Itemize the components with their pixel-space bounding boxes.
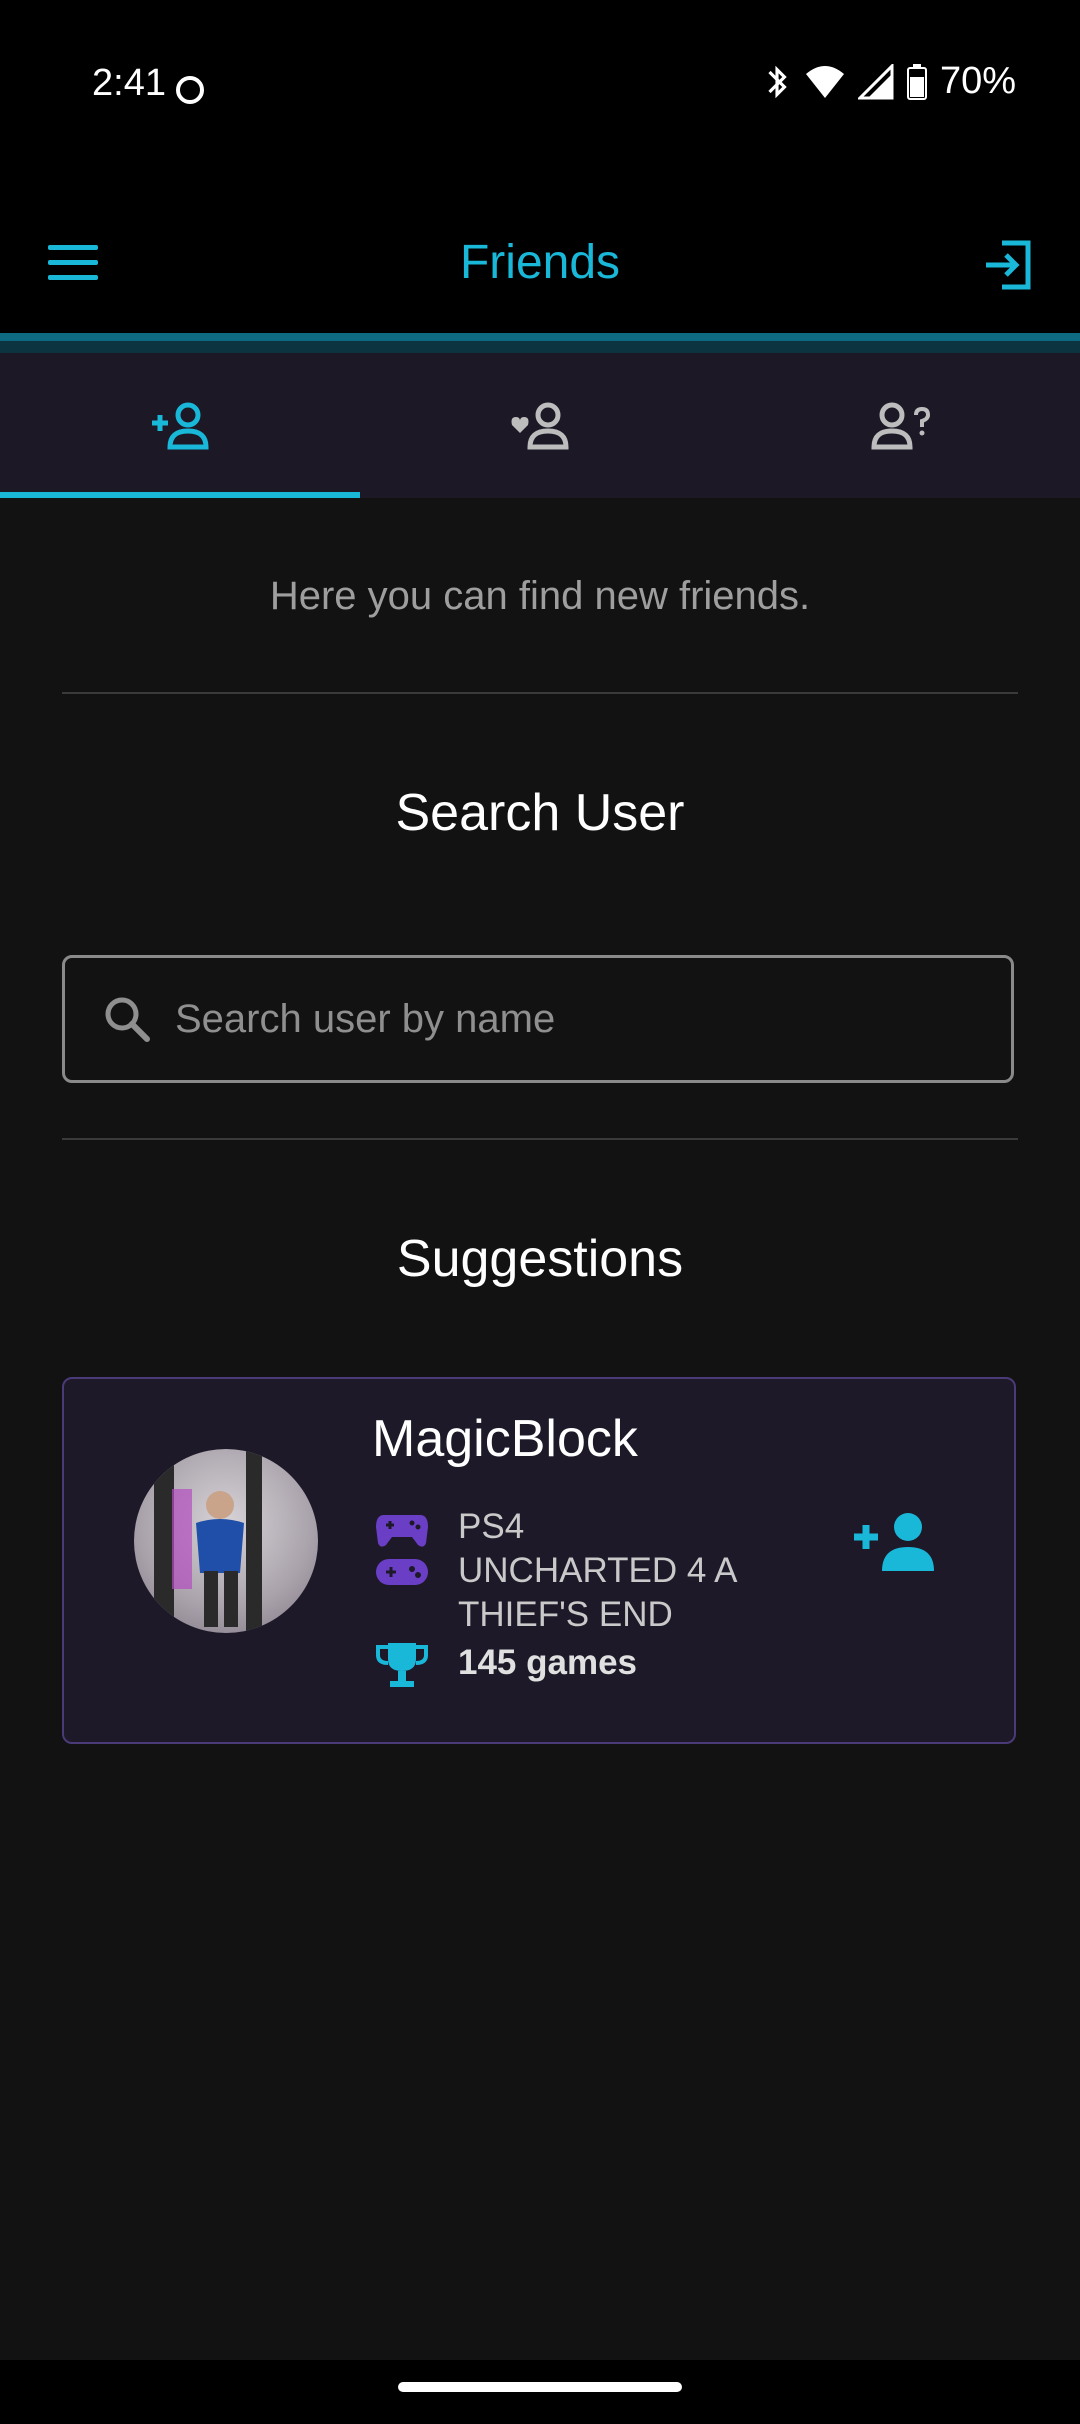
games-count-row: 145 games [374, 1641, 758, 1689]
tab-requests[interactable] [720, 353, 1080, 498]
platform-text: PS4 [458, 1507, 525, 1546]
person-heart-icon [511, 402, 569, 449]
platform-row: PS4 [374, 1505, 758, 1553]
suggestions-title: Suggestions [396, 1230, 684, 1288]
home-handle[interactable] [398, 2382, 682, 2392]
game-title-text: UNCHARTED 4 A THIEF'S END [458, 1551, 736, 1634]
trophy-icon [376, 1643, 428, 1687]
wifi-icon [805, 65, 844, 98]
app-bar-shadow-line [0, 341, 1080, 353]
bluetooth-icon [768, 65, 787, 98]
status-icons: 70% [762, 60, 1016, 103]
battery-percent: 70% [939, 60, 1016, 102]
signal-icon [857, 63, 894, 99]
avatar-photo [154, 1449, 262, 1633]
status-bar: 2:41 70% [0, 0, 1080, 175]
app-bar: Friends [0, 175, 1080, 335]
status-time: 2:41 [92, 62, 166, 104]
controller-icon [376, 1559, 428, 1585]
suggestion-card[interactable]: MagicBlock PS4 UNCHARTED 4 A THIEF'S END… [62, 1377, 1016, 1744]
page-title: Friends [459, 236, 621, 289]
add-friend-icon[interactable] [852, 1509, 938, 1573]
search-icon [105, 997, 150, 1042]
tab-find-friends[interactable] [0, 353, 360, 498]
tab-bar [0, 353, 1080, 498]
divider [62, 692, 1018, 694]
avatar [134, 1449, 318, 1633]
person-add-icon [152, 402, 209, 449]
search-box[interactable] [62, 955, 1014, 1083]
person-question-icon [871, 402, 931, 449]
battery-icon [906, 63, 927, 100]
search-section-title: Search User [395, 784, 685, 842]
tab-friends[interactable] [360, 353, 720, 498]
search-input[interactable] [173, 995, 977, 1043]
games-count-text: 145 games [458, 1643, 638, 1682]
suggestion-username: MagicBlock [372, 1410, 638, 1468]
game-row: UNCHARTED 4 A THIEF'S END [374, 1549, 758, 1637]
gamepad-icon [376, 1515, 428, 1547]
notification-dot-icon [176, 76, 204, 104]
divider [62, 1138, 1018, 1140]
logout-icon[interactable] [980, 237, 1036, 293]
app-bar-accent-line [0, 333, 1080, 341]
intro-text: Here you can find new friends. [269, 574, 811, 618]
system-nav-bar [0, 2360, 1080, 2424]
